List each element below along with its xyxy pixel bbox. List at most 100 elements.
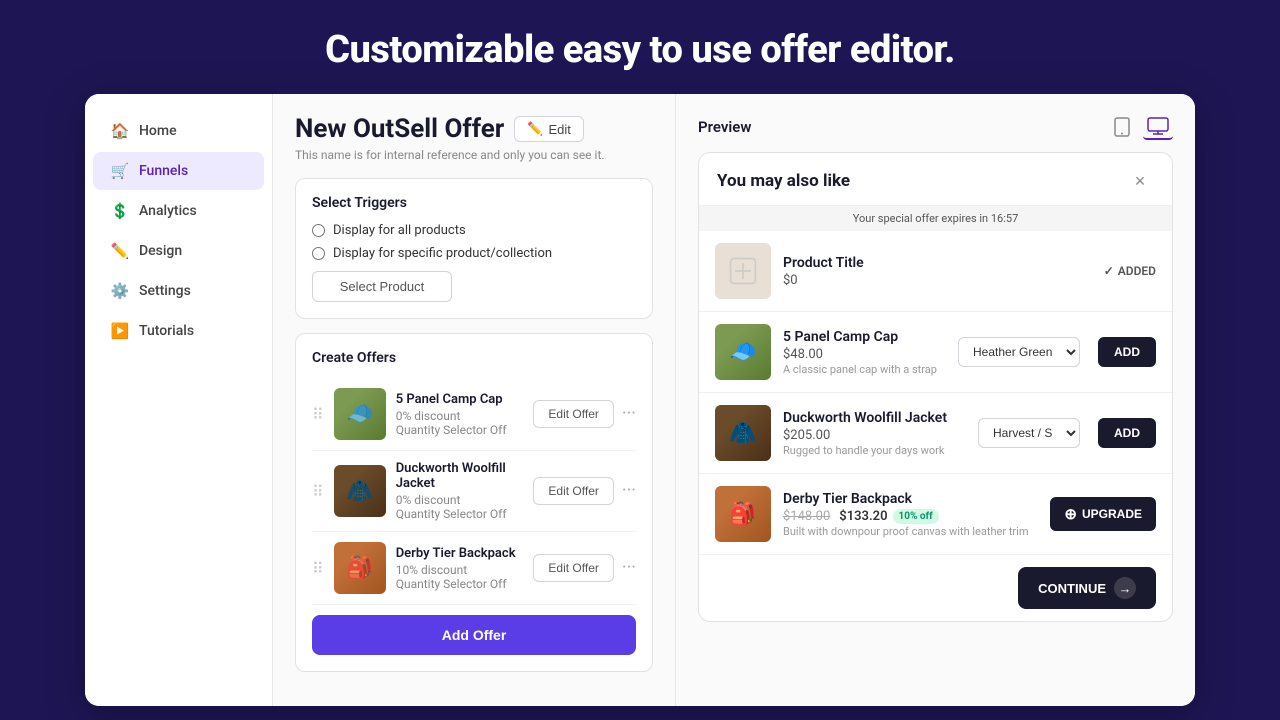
sidebar-item-funnels[interactable]: 🛒 Funnels bbox=[93, 152, 264, 190]
create-offers-title: Create Offers bbox=[312, 350, 636, 366]
more-options-jacket[interactable]: ··· bbox=[622, 482, 636, 500]
mobile-icon[interactable] bbox=[1107, 114, 1137, 140]
design-icon: ✏️ bbox=[111, 242, 129, 260]
sidebar-item-label: Home bbox=[139, 123, 177, 139]
sidebar-item-analytics[interactable]: 💲 Analytics bbox=[93, 192, 264, 230]
offer-discount-jacket: 0% discount bbox=[396, 493, 524, 507]
product-price-title: $0 bbox=[783, 273, 1092, 288]
radio-all-products[interactable]: Display for all products bbox=[312, 223, 636, 238]
triggers-title: Select Triggers bbox=[312, 195, 636, 211]
preview-product-title: Product Title $0 ✓ ADDED bbox=[699, 231, 1172, 312]
product-name-jacket: Duckworth Woolfill Jacket bbox=[783, 410, 966, 426]
sidebar-item-label: Settings bbox=[139, 283, 191, 299]
edit-offer-jacket-button[interactable]: Edit Offer bbox=[533, 477, 613, 505]
offer-details-jacket: Duckworth Woolfill Jacket 0% discount Qu… bbox=[396, 461, 524, 521]
offer-actions-cap: Edit Offer ··· bbox=[533, 400, 636, 428]
desktop-icon[interactable] bbox=[1143, 114, 1173, 140]
more-options-cap[interactable]: ··· bbox=[622, 405, 636, 423]
analytics-icon: 💲 bbox=[111, 202, 129, 220]
product-price-jacket: $205.00 bbox=[783, 428, 966, 443]
offer-actions-jacket: Edit Offer ··· bbox=[533, 477, 636, 505]
edit-offer-backpack-button[interactable]: Edit Offer bbox=[533, 554, 613, 582]
sidebar-item-label: Analytics bbox=[139, 203, 197, 219]
continue-row: CONTINUE → bbox=[699, 555, 1172, 621]
continue-button[interactable]: CONTINUE → bbox=[1018, 567, 1156, 609]
product-price-original-backpack: $148.00 bbox=[783, 509, 830, 524]
page-title: New OutSell Offer bbox=[295, 114, 504, 144]
add-cap-button[interactable]: ADD bbox=[1098, 337, 1156, 367]
modal-header: You may also like × bbox=[699, 153, 1172, 206]
offer-discount-backpack: 10% discount bbox=[396, 563, 524, 577]
modal-title: You may also like bbox=[717, 171, 850, 191]
radio-specific-label: Display for specific product/collection bbox=[333, 246, 552, 261]
offer-selector-jacket: Quantity Selector Off bbox=[396, 507, 524, 521]
sidebar: 🏠 Home 🛒 Funnels 💲 Analytics ✏️ Design ⚙… bbox=[85, 94, 273, 706]
drag-handle-jacket[interactable]: ⠿ bbox=[312, 482, 324, 501]
offer-name-jacket: Duckworth Woolfill Jacket bbox=[396, 461, 524, 491]
main-content: New OutSell Offer ✏️ Edit This name is f… bbox=[273, 94, 675, 706]
discount-badge-backpack: 10% off bbox=[893, 509, 939, 524]
cap-icon: 🧢 bbox=[334, 388, 386, 440]
edit-label: Edit bbox=[548, 122, 570, 137]
device-icons bbox=[1107, 114, 1173, 140]
product-name-backpack: Derby Tier Backpack bbox=[783, 491, 1038, 507]
drag-handle-cap[interactable]: ⠿ bbox=[312, 405, 324, 424]
offer-name-backpack: Derby Tier Backpack bbox=[396, 546, 524, 561]
sidebar-item-label: Tutorials bbox=[139, 323, 194, 339]
offer-name-cap: 5 Panel Camp Cap bbox=[396, 392, 524, 407]
add-jacket-button[interactable]: ADD bbox=[1098, 418, 1156, 448]
continue-label: CONTINUE bbox=[1038, 581, 1106, 596]
sidebar-item-tutorials[interactable]: ▶️ Tutorials bbox=[93, 312, 264, 350]
product-name-title: Product Title bbox=[783, 255, 1092, 271]
upgrade-label: UPGRADE bbox=[1082, 507, 1142, 521]
preview-modal: You may also like × Your special offer e… bbox=[698, 152, 1173, 622]
sidebar-item-settings[interactable]: ⚙️ Settings bbox=[93, 272, 264, 310]
jacket-icon: 🧥 bbox=[334, 465, 386, 517]
home-icon: 🏠 bbox=[111, 122, 129, 140]
upgrade-plus-icon: ⊕ bbox=[1064, 505, 1077, 523]
upgrade-button[interactable]: ⊕ UPGRADE bbox=[1050, 497, 1156, 531]
product-img-placeholder bbox=[715, 243, 771, 299]
sidebar-item-design[interactable]: ✏️ Design bbox=[93, 232, 264, 270]
product-desc-jacket: Rugged to handle your days work bbox=[783, 444, 966, 457]
offer-img-jacket: 🧥 bbox=[334, 465, 386, 517]
preview-product-jacket: 🧥 Duckworth Woolfill Jacket $205.00 Rugg… bbox=[699, 393, 1172, 474]
added-badge: ✓ ADDED bbox=[1104, 264, 1156, 278]
sidebar-item-home[interactable]: 🏠 Home bbox=[93, 112, 264, 150]
radio-all-input[interactable] bbox=[312, 224, 325, 237]
page-subtitle: This name is for internal reference and … bbox=[295, 148, 653, 162]
variant-select-cap[interactable]: Heather Green bbox=[958, 337, 1080, 367]
add-offer-button[interactable]: Add Offer bbox=[312, 615, 636, 655]
product-desc-backpack: Built with downpour proof canvas with le… bbox=[783, 525, 1038, 538]
preview-header: Preview bbox=[698, 114, 1173, 140]
radio-all-label: Display for all products bbox=[333, 223, 466, 238]
product-info-jacket: Duckworth Woolfill Jacket $205.00 Rugged… bbox=[783, 410, 966, 457]
radio-specific-products[interactable]: Display for specific product/collection bbox=[312, 246, 636, 261]
offer-selector-backpack: Quantity Selector Off bbox=[396, 577, 524, 591]
timer-bar: Your special offer expires in 16:57 bbox=[699, 206, 1172, 231]
select-product-button[interactable]: Select Product bbox=[312, 271, 452, 302]
preview-title: Preview bbox=[698, 118, 751, 136]
preview-panel: Preview Yo bbox=[675, 94, 1195, 706]
check-icon: ✓ bbox=[1104, 264, 1114, 278]
variant-select-jacket[interactable]: Harvest / S bbox=[978, 418, 1080, 448]
offer-img-cap: 🧢 bbox=[334, 388, 386, 440]
sidebar-item-label: Funnels bbox=[139, 163, 188, 179]
radio-group: Display for all products Display for spe… bbox=[312, 223, 636, 261]
radio-specific-input[interactable] bbox=[312, 247, 325, 260]
backpack-icon: 🎒 bbox=[334, 542, 386, 594]
offer-img-backpack: 🎒 bbox=[334, 542, 386, 594]
drag-handle-backpack[interactable]: ⠿ bbox=[312, 559, 324, 578]
more-options-backpack[interactable]: ··· bbox=[622, 559, 636, 577]
page-title-row: New OutSell Offer ✏️ Edit bbox=[295, 114, 653, 144]
create-offers-panel: Create Offers ⠿ 🧢 5 Panel Camp Cap 0% di… bbox=[295, 333, 653, 672]
funnels-icon: 🛒 bbox=[111, 162, 129, 180]
product-info-cap: 5 Panel Camp Cap $48.00 A classic panel … bbox=[783, 329, 946, 376]
offer-item-cap: ⠿ 🧢 5 Panel Camp Cap 0% discount Quantit… bbox=[312, 378, 636, 451]
edit-offer-cap-button[interactable]: Edit Offer bbox=[533, 400, 613, 428]
modal-close-button[interactable]: × bbox=[1126, 167, 1154, 195]
edit-button[interactable]: ✏️ Edit bbox=[514, 116, 584, 142]
tutorials-icon: ▶️ bbox=[111, 322, 129, 340]
edit-pencil-icon: ✏️ bbox=[527, 121, 543, 137]
offer-discount-cap: 0% discount bbox=[396, 409, 524, 423]
